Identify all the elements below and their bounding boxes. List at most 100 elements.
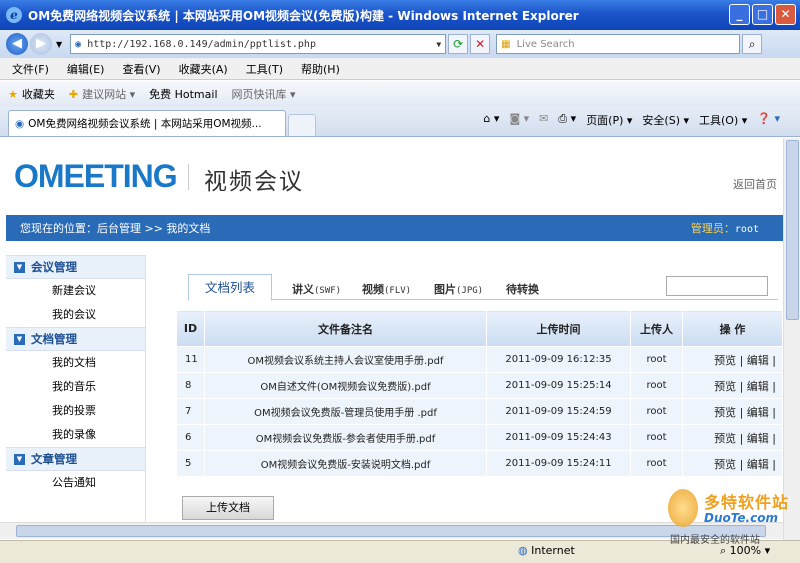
url-dropdown-icon[interactable]: ▼ (436, 40, 441, 49)
back-home-link[interactable]: 返回首页 (733, 176, 777, 192)
cell-actions[interactable]: 预览 | 编辑 | (682, 424, 783, 451)
doc-search-input[interactable] (666, 276, 768, 296)
close-button[interactable]: ✕ (775, 4, 796, 25)
tools-menu[interactable]: 工具(O) ▾ (699, 112, 747, 128)
scroll-thumb[interactable] (16, 525, 766, 537)
upload-document-button[interactable]: 上传文档 (182, 496, 274, 520)
scroll-thumb[interactable] (786, 140, 799, 320)
forward-button[interactable]: ▶ (30, 33, 52, 55)
tab-label: 待转换 (506, 283, 539, 296)
ie-logo-icon: e (6, 7, 22, 23)
safety-menu[interactable]: 安全(S) ▾ (642, 112, 689, 128)
zoom-level[interactable]: ⌕ 100% ▾ (720, 544, 770, 558)
menu-file[interactable]: 文件(F) (12, 61, 49, 77)
cell-actions[interactable]: 预览 | 编辑 | (682, 450, 783, 477)
vertical-scrollbar[interactable] (783, 138, 800, 540)
tab-label: 视频 (362, 283, 384, 296)
cell-user: root (630, 346, 683, 373)
section-title: 文档管理 (31, 332, 77, 346)
cell-id: 7 (176, 398, 205, 425)
cell-id: 11 (176, 346, 205, 373)
print-icon[interactable]: ⎙ ▾ (558, 112, 576, 128)
sidebar-item-my-documents[interactable]: 我的文档 (6, 351, 145, 375)
sidebar-item-my-music[interactable]: 我的音乐 (6, 375, 145, 399)
cell-actions[interactable]: 预览 | 编辑 | (682, 372, 783, 399)
cell-user: root (630, 398, 683, 425)
sidebar-section-articles[interactable]: ▼ 文章管理 (6, 447, 145, 471)
cell-actions[interactable]: 预览 | 编辑 | (682, 398, 783, 425)
stop-button[interactable]: ✕ (470, 34, 491, 54)
col-actions: 操 作 (682, 310, 783, 347)
menu-view[interactable]: 查看(V) (122, 61, 160, 77)
tab-document-list[interactable]: 文档列表 (188, 274, 272, 301)
globe-icon: ◍ (518, 544, 528, 557)
menu-favorites[interactable]: 收藏夹(A) (179, 61, 228, 77)
page-menu[interactable]: 页面(P) ▾ (586, 112, 632, 128)
tab-label: 讲义 (292, 283, 314, 296)
help-icon[interactable]: ❓ ▾ (757, 112, 780, 128)
tab-video[interactable]: 视频(FLV) (362, 281, 411, 297)
collapse-icon: ▼ (14, 261, 25, 273)
refresh-button[interactable]: ⟳ (448, 34, 469, 54)
tab-images[interactable]: 图片(JPG) (434, 281, 483, 297)
cell-user: root (630, 450, 683, 477)
favorites-button[interactable]: 收藏夹 (22, 86, 55, 102)
new-tab-button[interactable] (288, 114, 316, 136)
section-title: 文章管理 (31, 452, 77, 466)
address-bar: ◀ ▶ ▼ ◉ http://192.168.0.149/admin/pptli… (0, 30, 800, 58)
minimize-button[interactable]: _ (729, 4, 750, 25)
back-button[interactable]: ◀ (6, 33, 28, 55)
omeeting-logo: OMEETING (14, 158, 178, 194)
fav-hotmail[interactable]: 免费 Hotmail (149, 86, 217, 102)
add-favorite-icon[interactable]: ✚ (69, 88, 78, 101)
sidebar: ▼ 会议管理 新建会议 我的会议 ▼ 文档管理 我的文档 我的音乐 我的投票 我的录… (6, 255, 146, 525)
sidebar-item-announcements[interactable]: 公告通知 (6, 471, 145, 495)
menu-help[interactable]: 帮助(H) (301, 61, 340, 77)
table-header-row: ID 文件备注名 上传时间 上传人 操 作 (176, 310, 783, 347)
cell-user: root (630, 424, 683, 451)
maximize-button[interactable]: □ (752, 4, 773, 25)
cell-user: root (630, 372, 683, 399)
fav-suggested-sites[interactable]: 建议网站 ▾ (82, 86, 135, 102)
window-titlebar: e OM免费网络视频会议系统 | 本网站采用OM视频会议(免费版)构建 - Wi… (0, 0, 800, 30)
home-icon[interactable]: ⌂ ▾ (483, 112, 499, 128)
watermark-line1: 多特软件站 (704, 493, 790, 512)
search-placeholder: Live Search (516, 38, 575, 50)
col-uploader: 上传人 (630, 310, 683, 347)
logo-divider (188, 164, 189, 190)
collapse-icon: ▼ (14, 453, 25, 465)
watermark-line2: DuoTe.com (704, 511, 778, 525)
col-upload-time: 上传时间 (486, 310, 631, 347)
table-row: 6 OM视频会议免费版-参会者使用手册.pdf 2011-09-09 15:24… (176, 424, 783, 451)
sidebar-item-new-meeting[interactable]: 新建会议 (6, 279, 145, 303)
fav-web-slice[interactable]: 网页快讯库 ▾ (232, 86, 296, 102)
search-button[interactable]: ⌕ (742, 34, 763, 54)
search-input[interactable]: ▦ Live Search (496, 34, 741, 54)
tab-pending[interactable]: 待转换 (506, 281, 539, 297)
favorites-bar: ★ 收藏夹 ✚ 建议网站 ▾ 免费 Hotmail 网页快讯库 ▾ (0, 81, 800, 107)
sidebar-item-my-votes[interactable]: 我的投票 (6, 399, 145, 423)
mail-icon[interactable]: ✉ (539, 112, 548, 128)
cell-actions[interactable]: 预览 | 编辑 | (682, 346, 783, 373)
table-row: 8 OM自述文件(OM视频会议免费版).pdf 2011-09-09 15:25… (176, 372, 783, 399)
browser-tab[interactable]: ◉ OM免费网络视频会议系统 | 本网站采用OM视频... (8, 110, 286, 136)
table-row: 7 OM视频会议免费版-管理员使用手册 .pdf 2011-09-09 15:2… (176, 398, 783, 425)
cell-id: 8 (176, 372, 205, 399)
history-dropdown-icon[interactable]: ▼ (56, 40, 62, 49)
breadcrumb: 您现在的位置：后台管理 >> 我的文档 管理员：root (6, 215, 783, 241)
logo-subtitle: 视频会议 (204, 169, 304, 195)
sidebar-item-my-meetings[interactable]: 我的会议 (6, 303, 145, 327)
breadcrumb-text: 您现在的位置：后台管理 >> 我的文档 (20, 222, 211, 235)
tab-handouts[interactable]: 讲义(SWF) (292, 281, 341, 297)
admin-info: 管理员：root (691, 220, 759, 236)
url-input[interactable]: ◉ http://192.168.0.149/admin/pptlist.php… (70, 34, 447, 54)
table-row: 5 OM视频会议免费版-安装说明文档.pdf 2011-09-09 15:24:… (176, 450, 783, 477)
sidebar-section-documents[interactable]: ▼ 文档管理 (6, 327, 145, 351)
watermark-line3: 国内最安全的软件站 (670, 535, 760, 546)
menu-edit[interactable]: 编辑(E) (67, 61, 105, 77)
menu-tools[interactable]: 工具(T) (246, 61, 283, 77)
sidebar-item-my-recordings[interactable]: 我的录像 (6, 423, 145, 447)
page-icon: ◉ (75, 38, 82, 50)
sidebar-section-meeting[interactable]: ▼ 会议管理 (6, 255, 145, 279)
feeds-icon[interactable]: ◙ ▾ (509, 112, 529, 128)
